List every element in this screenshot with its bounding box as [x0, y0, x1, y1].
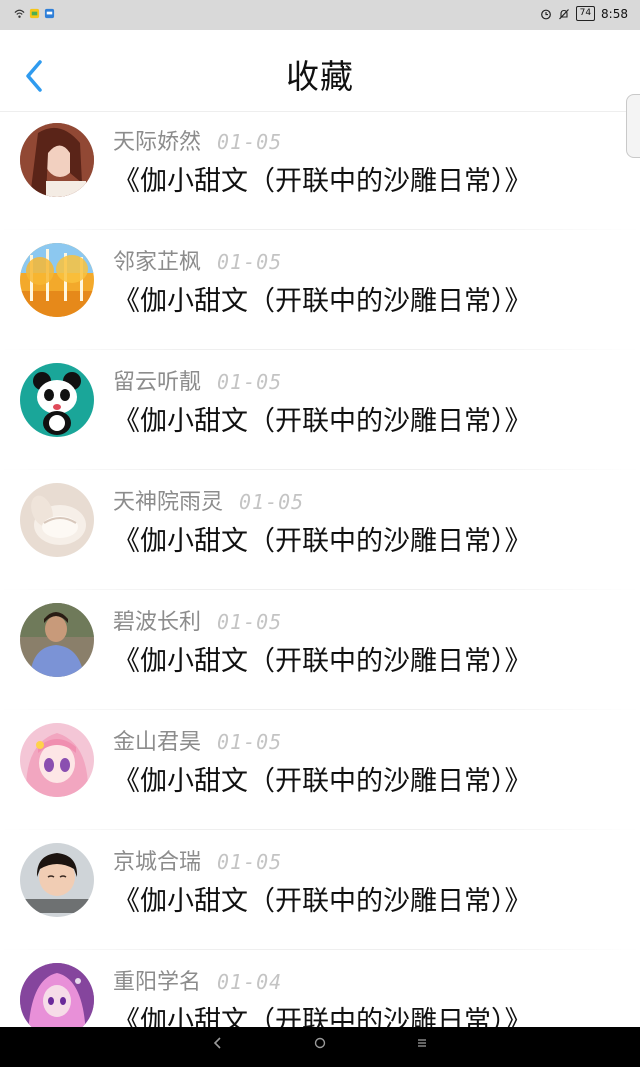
avatar	[20, 123, 94, 197]
header: 收藏	[0, 30, 640, 112]
author-name[interactable]: 天际娇然	[113, 130, 201, 155]
page-title: 收藏	[286, 57, 354, 96]
author-name[interactable]: 碧波长利	[113, 610, 201, 635]
item-meta: 重阳学名 01-04	[113, 964, 283, 995]
item-meta: 天际娇然 01-05	[113, 124, 283, 155]
post-date: 01-05	[217, 370, 283, 394]
post-date: 01-05	[217, 250, 283, 274]
list-item[interactable]: 碧波长利 01-05 《伽小甜文（开联中的沙雕日常）》	[0, 591, 640, 710]
man-photo-icon	[20, 603, 94, 677]
author-name[interactable]: 留云听靓	[113, 370, 201, 395]
post-title[interactable]: 《伽小甜文（开联中的沙雕日常）》	[113, 759, 532, 798]
divider	[0, 589, 640, 590]
post-title[interactable]: 《伽小甜文（开联中的沙雕日常）》	[113, 399, 532, 438]
alarm-icon	[540, 9, 551, 19]
item-meta: 金山君昊 01-05	[113, 724, 283, 755]
author-name[interactable]: 重阳学名	[113, 970, 201, 995]
list-item[interactable]: 天神院雨灵 01-05 《伽小甜文（开联中的沙雕日常）》	[0, 471, 640, 590]
post-title[interactable]: 《伽小甜文（开联中的沙雕日常）》	[113, 519, 532, 558]
system-nav-bar	[0, 1027, 640, 1067]
list-item[interactable]: 邻家芷枫 01-05 《伽小甜文（开联中的沙雕日常）》	[0, 231, 640, 350]
item-meta: 京城合瑞 01-05	[113, 844, 283, 875]
favorites-list: 天际娇然 01-05 《伽小甜文（开联中的沙雕日常）》 邻家芷枫 01-05 《伽小…	[0, 111, 640, 1070]
panda-cartoon-icon	[20, 363, 94, 437]
item-meta: 碧波长利 01-05	[113, 604, 283, 635]
list-item[interactable]: 天际娇然 01-05 《伽小甜文（开联中的沙雕日常）》	[0, 111, 640, 230]
nav-home-button[interactable]	[308, 1035, 332, 1054]
post-date: 01-04	[217, 970, 283, 994]
post-date: 01-05	[217, 130, 283, 154]
list-item[interactable]: 金山君昊 01-05 《伽小甜文（开联中的沙雕日常）》	[0, 711, 640, 830]
status-icons-left	[14, 8, 55, 19]
avatar	[20, 843, 94, 917]
status-icons-right: 74 8:58	[540, 6, 628, 21]
divider	[0, 709, 640, 710]
post-date: 01-05	[217, 610, 283, 634]
status-bar: 74 8:58	[0, 0, 640, 30]
notification-app-icon	[29, 8, 40, 19]
avatar	[20, 963, 94, 1037]
girl-photo-icon	[20, 123, 94, 197]
mute-icon	[558, 8, 569, 19]
fantasy-heroine-icon	[20, 963, 94, 1037]
item-meta: 天神院雨灵 01-05	[113, 484, 305, 515]
author-name[interactable]: 京城合瑞	[113, 850, 201, 875]
avatar	[20, 363, 94, 437]
list-item[interactable]: 京城合瑞 01-05 《伽小甜文（开联中的沙雕日常）》	[0, 831, 640, 950]
post-date: 01-05	[217, 730, 283, 754]
post-title[interactable]: 《伽小甜文（开联中的沙雕日常）》	[113, 639, 532, 678]
avatar	[20, 243, 94, 317]
message-app-icon	[44, 8, 55, 19]
home-circle-icon	[314, 1037, 326, 1049]
author-name[interactable]: 邻家芷枫	[113, 250, 201, 275]
nav-back-button[interactable]	[206, 1035, 230, 1054]
author-name[interactable]: 金山君昊	[113, 730, 201, 755]
item-meta: 留云听靓 01-05	[113, 364, 283, 395]
list-item[interactable]: 留云听靓 01-05 《伽小甜文（开联中的沙雕日常）》	[0, 351, 640, 470]
post-date: 01-05	[217, 850, 283, 874]
chevron-left-icon	[213, 1037, 221, 1049]
author-name[interactable]: 天神院雨灵	[113, 490, 223, 515]
nav-menu-button[interactable]	[410, 1035, 434, 1054]
avatar	[20, 723, 94, 797]
divider	[0, 469, 640, 470]
post-title[interactable]: 《伽小甜文（开联中的沙雕日常）》	[113, 279, 532, 318]
wifi-icon	[14, 9, 25, 18]
child-photo-icon	[20, 843, 94, 917]
battery-level: 74	[575, 6, 596, 21]
avatar	[20, 483, 94, 557]
divider	[0, 829, 640, 830]
anime-girl-pink-icon	[20, 723, 94, 797]
post-title[interactable]: 《伽小甜文（开联中的沙雕日常）》	[113, 159, 532, 198]
divider	[0, 229, 640, 230]
post-title[interactable]: 《伽小甜文（开联中的沙雕日常）》	[113, 879, 532, 918]
divider	[0, 349, 640, 350]
divider	[0, 949, 640, 950]
menu-lines-icon	[418, 1039, 426, 1047]
post-date: 01-05	[239, 490, 305, 514]
status-time: 8:58	[601, 6, 628, 21]
item-meta: 邻家芷枫 01-05	[113, 244, 283, 275]
autumn-trees-icon	[20, 243, 94, 317]
dumpling-icon	[20, 483, 94, 557]
avatar	[20, 603, 94, 677]
